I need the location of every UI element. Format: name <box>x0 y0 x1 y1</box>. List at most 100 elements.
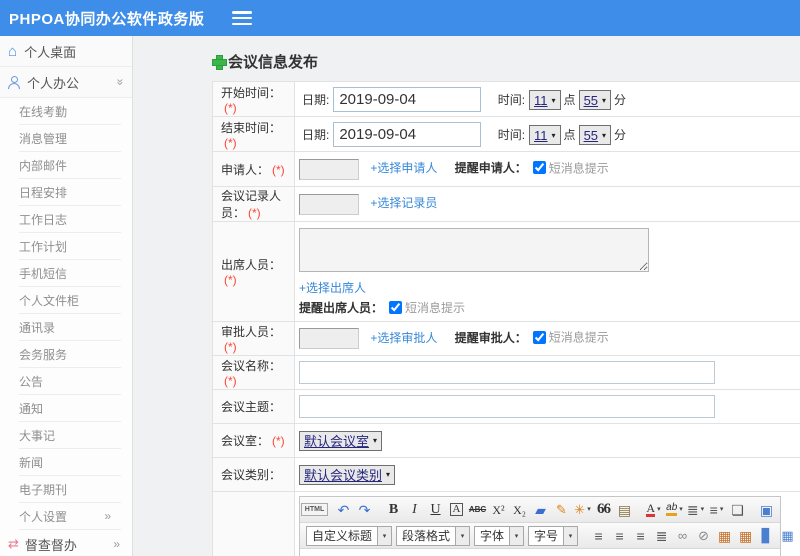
align-center-button[interactable]: ≡ <box>610 526 629 546</box>
undo-icon: ↶ <box>337 501 350 518</box>
content-label-cell <box>212 491 295 556</box>
choose-attendees-link[interactable]: +选择出席人 <box>299 281 366 295</box>
chevron-down-icon: ▾ <box>719 506 724 513</box>
required-marker: (*) <box>224 100 237 115</box>
approver-input[interactable] <box>299 328 359 349</box>
sidebar-item[interactable]: 个人设置 » <box>19 503 121 530</box>
paint-format-button[interactable]: ✳ ▾ <box>573 500 592 520</box>
sidebar-item[interactable]: 个人文件柜 <box>19 287 121 314</box>
start-date-input[interactable] <box>333 86 482 112</box>
editor-content-area[interactable] <box>300 549 780 556</box>
italic-icon: I <box>412 501 417 517</box>
sidebar-item[interactable]: 新闻 <box>19 449 121 476</box>
sidebar-item-supervision[interactable]: ⇄ 督查督办 » <box>0 530 132 556</box>
end-date-input[interactable] <box>333 121 482 147</box>
ordered-list-button[interactable]: ≣ ▾ <box>686 500 705 520</box>
sidebar-item[interactable]: 通知 <box>19 395 121 422</box>
link-button[interactable]: ∞ <box>673 526 692 546</box>
blockquote-button[interactable]: 66 <box>594 500 613 520</box>
sidebar-item[interactable]: 在线考勤 <box>19 98 121 125</box>
topbar: PHPOA协同办公软件政务版 <box>0 0 800 36</box>
table-row: 会议名称：(*) <box>212 355 800 390</box>
meeting-topic-input[interactable] <box>299 395 715 418</box>
font-box-button[interactable]: A <box>447 500 466 520</box>
align-right-button[interactable]: ≡ <box>631 526 650 546</box>
sidebar-item[interactable]: 公告 <box>19 368 121 395</box>
align-left-button[interactable]: ≡ <box>589 526 608 546</box>
sidebar-item[interactable]: 消息管理 <box>19 125 121 152</box>
sidebar-item-label: 工作计划 <box>19 239 68 254</box>
end-hour-select[interactable]: 11 ▾ <box>529 125 561 146</box>
required-marker: (*) <box>224 135 237 150</box>
sidebar-item[interactable]: 手机短信 <box>19 260 121 287</box>
italic-button[interactable]: I <box>405 500 424 520</box>
sms-remind-checkbox[interactable] <box>532 161 546 175</box>
net-image-button[interactable]: ▦ <box>736 526 755 546</box>
align-justify-button[interactable]: ≣ <box>652 526 671 546</box>
sidebar-item[interactable]: 日程安排 <box>19 179 121 206</box>
eraser-button[interactable]: ▰ <box>531 500 550 520</box>
sidebar-item-personal-office[interactable]: 个人办公 » <box>0 67 132 98</box>
custom-title-dropdown[interactable]: 自定义标题 ▾ <box>306 525 393 546</box>
start-minute-select[interactable]: 55 ▾ <box>578 90 612 111</box>
bold-button[interactable]: B <box>384 500 403 520</box>
fullscreen-button[interactable]: ▣ <box>757 500 776 520</box>
applicant-input[interactable] <box>299 158 359 180</box>
chevron-down-icon: ▾ <box>455 526 470 545</box>
sidebar-item-label: 工作日志 <box>19 212 68 227</box>
sms-remind-checkbox[interactable] <box>389 301 403 314</box>
meeting-room-select[interactable]: 默认会议室 ▾ <box>299 430 383 451</box>
underline-button[interactable]: U <box>426 500 445 520</box>
new-page-button[interactable]: ❏ <box>728 500 747 520</box>
sms-remind-checkbox[interactable] <box>532 330 546 344</box>
unlink-button[interactable]: ⊘ <box>694 526 713 546</box>
recorder-input[interactable] <box>299 193 359 215</box>
start-hour-select[interactable]: 11 ▾ <box>529 90 561 111</box>
paste-button[interactable]: ▤ <box>615 500 634 520</box>
sidebar-item[interactable]: 内部邮件 <box>19 152 121 179</box>
media-button[interactable]: ▊ <box>757 526 776 546</box>
rich-text-editor: HTML ↶ ↷ B I U A ABC X² X₂ ▰ ✎ ✳ ▾ 66 ▤ A ▾ ab ▾ ≣ ▾ ≡ ▾ ❏ ▣ 自定义标… <box>299 496 794 556</box>
font-size-dropdown[interactable]: 字号 ▾ <box>528 525 579 546</box>
unordered-list-button[interactable]: ≡ ▾ <box>707 500 726 520</box>
hour-unit: 点 <box>563 92 576 107</box>
choose-approver-link[interactable]: +选择审批人 <box>370 331 437 345</box>
highlight-button[interactable]: ab ▾ <box>665 500 684 520</box>
sidebar-item[interactable]: 电子期刊 <box>19 476 121 503</box>
html-source-button[interactable]: HTML <box>300 500 329 520</box>
sidebar-item[interactable]: 大事记 <box>19 422 121 449</box>
font-family-dropdown[interactable]: 字体 ▾ <box>474 525 525 546</box>
meeting-name-input[interactable] <box>299 361 715 384</box>
choose-applicant-link[interactable]: +选择申请人 <box>370 161 437 175</box>
date-label: 日期: <box>302 127 330 142</box>
end-minute-select[interactable]: 55 ▾ <box>578 125 612 146</box>
sidebar-item[interactable]: 会务服务 <box>19 341 121 368</box>
sidebar-item-personal-desktop[interactable]: ⌂ 个人桌面 <box>0 36 132 67</box>
superscript-button[interactable]: X² <box>489 500 508 520</box>
redo-button[interactable]: ↷ <box>355 500 374 520</box>
strikethrough-button[interactable]: ABC <box>468 500 487 520</box>
choose-recorder-link[interactable]: +选择记录员 <box>370 196 437 210</box>
required-marker: (*) <box>224 340 237 354</box>
undo-button[interactable]: ↶ <box>334 500 353 520</box>
hamburger-menu-icon[interactable] <box>232 11 253 25</box>
sidebar-item[interactable]: 通讯录 <box>19 314 121 341</box>
chevron-down-icon: ▾ <box>700 506 705 513</box>
clean-format-icon: ✎ <box>556 502 567 517</box>
clean-format-button[interactable]: ✎ <box>552 500 571 520</box>
attendees-textarea[interactable] <box>299 228 649 272</box>
table-button[interactable]: ▦ <box>778 526 797 546</box>
paragraph-format-dropdown[interactable]: 段落格式 ▾ <box>396 525 471 546</box>
font-color-button[interactable]: A ▾ <box>644 500 663 520</box>
image-button[interactable]: ▦ <box>715 526 734 546</box>
meeting-room-label: 会议室： (*) <box>212 423 295 458</box>
sidebar-item[interactable]: 工作计划 <box>19 233 121 260</box>
subscript-button[interactable]: X₂ <box>510 500 529 520</box>
table-row: 出席人员：(*) +选择出席人 提醒出席人员： 短消息提示 <box>212 221 800 322</box>
sidebar-item[interactable]: 工作日志 <box>19 206 121 233</box>
subscript-icon: X₂ <box>513 502 526 517</box>
meeting-category-select[interactable]: 默认会议类别 ▾ <box>299 464 396 485</box>
chevron-down-icon: ▾ <box>551 130 556 140</box>
time-label: 时间: <box>497 127 526 142</box>
chevron-right-icon: » <box>113 537 120 551</box>
